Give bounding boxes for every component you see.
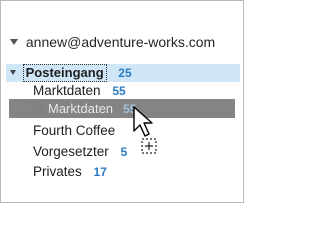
unread-count: 25 — [118, 66, 132, 80]
folder-label: Fourth Coffee — [33, 123, 116, 138]
drag-ghost-label: Marktdaten — [48, 101, 114, 116]
move-cursor-icon — [133, 106, 157, 154]
account-email: annew@adventure-works.com — [25, 34, 216, 50]
unread-count: 17 — [93, 165, 107, 179]
folder-item-marktdaten[interactable]: Marktdaten 55 — [33, 81, 126, 101]
account-header[interactable]: annew@adventure-works.com — [10, 32, 215, 52]
folder-pane: annew@adventure-works.com Posteingang 25… — [0, 0, 244, 203]
chevron-down-icon[interactable] — [10, 39, 18, 46]
folder-label: Marktdaten — [33, 83, 101, 98]
collapse-arrow-icon[interactable] — [10, 70, 16, 76]
folder-item-vorgesetzter[interactable]: Vorgesetzter 5 — [33, 142, 127, 162]
inbox-label: Posteingang — [22, 64, 107, 82]
folder-item-privates[interactable]: Privates 17 — [33, 162, 107, 182]
folder-item-fourth-coffee[interactable]: Fourth Coffee — [33, 121, 115, 141]
folder-inbox[interactable]: Posteingang 25 — [10, 63, 132, 83]
drag-ghost-bar — [9, 99, 235, 118]
folder-label: Vorgesetzter — [33, 144, 109, 159]
folder-label: Privates — [33, 164, 82, 179]
unread-count: 5 — [120, 145, 128, 159]
unread-count: 55 — [112, 84, 126, 98]
